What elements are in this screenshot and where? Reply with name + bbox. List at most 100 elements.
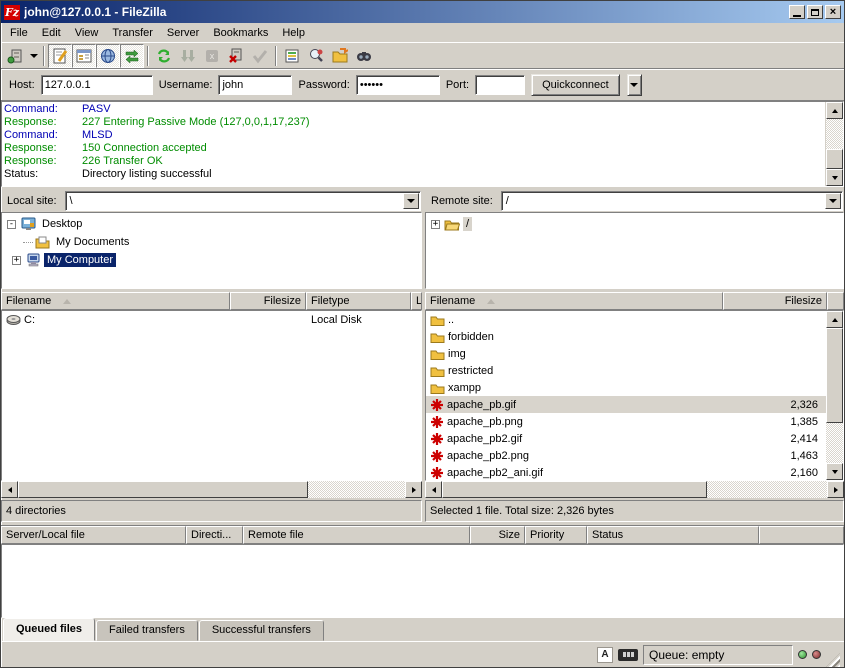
- local-list-hscrollbar[interactable]: [1, 481, 422, 498]
- scroll-up-button[interactable]: [826, 102, 843, 119]
- file-row[interactable]: C: Local Disk: [2, 311, 421, 328]
- username-input[interactable]: [218, 75, 292, 95]
- chevron-down-icon: [30, 54, 38, 58]
- close-icon: ×: [830, 7, 836, 18]
- remote-site-combo[interactable]: /: [501, 191, 843, 211]
- title-bar[interactable]: Fz john@127.0.0.1 - FileZilla ×: [1, 1, 844, 23]
- remote-list-vscrollbar[interactable]: [826, 311, 843, 480]
- file-row[interactable]: apache_pb2_ani.gif2,160: [426, 464, 826, 480]
- tab-failed-transfers[interactable]: Failed transfers: [96, 620, 198, 641]
- tab-successful-transfers[interactable]: Successful transfers: [199, 620, 324, 641]
- password-input[interactable]: [356, 75, 440, 95]
- column-header-size[interactable]: Size: [470, 526, 525, 544]
- quickconnect-button[interactable]: Quickconnect: [531, 74, 620, 96]
- tree-item-root[interactable]: + /: [426, 215, 843, 233]
- collapse-icon[interactable]: -: [7, 220, 16, 229]
- disconnect-button[interactable]: [224, 44, 248, 68]
- scrollbar-thumb[interactable]: [826, 149, 843, 169]
- expand-icon[interactable]: +: [12, 256, 21, 265]
- column-header-status[interactable]: Status: [587, 526, 759, 544]
- column-header-priority[interactable]: Priority: [525, 526, 587, 544]
- minimize-button[interactable]: [789, 5, 805, 19]
- directory-comparison-button[interactable]: [304, 44, 328, 68]
- port-input[interactable]: [475, 75, 525, 95]
- refresh-button[interactable]: [152, 44, 176, 68]
- tree-item-my-documents[interactable]: My Documents: [2, 233, 421, 251]
- file-row[interactable]: ..: [426, 311, 826, 328]
- close-button[interactable]: ×: [825, 5, 841, 19]
- documents-folder-icon: [34, 235, 50, 249]
- file-list-panes: Filename Filesize Filetype L C: Local Di…: [1, 292, 844, 522]
- site-manager-icon: [7, 48, 23, 64]
- reconnect-icon: [252, 48, 268, 64]
- combo-dropdown-button[interactable]: [825, 193, 841, 209]
- file-row[interactable]: img: [426, 345, 826, 362]
- scroll-left-button[interactable]: [425, 481, 442, 498]
- column-header-remote-file[interactable]: Remote file: [243, 526, 470, 544]
- queue-body: [1, 544, 844, 618]
- file-row-selected[interactable]: apache_pb.gif2,326: [426, 396, 826, 413]
- scroll-up-button[interactable]: [826, 311, 843, 328]
- file-row[interactable]: apache_pb2.png1,463: [426, 447, 826, 464]
- scroll-right-button[interactable]: [405, 481, 422, 498]
- file-row[interactable]: xampp: [426, 379, 826, 396]
- tab-queued-files[interactable]: Queued files: [3, 618, 95, 641]
- menu-view[interactable]: View: [68, 25, 106, 41]
- remote-site-label: Remote site:: [425, 195, 497, 207]
- toggle-transfer-queue-button[interactable]: [120, 44, 144, 68]
- column-header-filename[interactable]: Filename: [425, 292, 723, 310]
- reconnect-button[interactable]: [248, 44, 272, 68]
- expand-icon[interactable]: +: [431, 220, 440, 229]
- toolbar-separator: [275, 46, 277, 66]
- scrollbar-thumb[interactable]: [18, 481, 308, 498]
- file-row[interactable]: apache_pb.png1,385: [426, 413, 826, 430]
- tree-item-desktop[interactable]: - Desktop: [2, 215, 421, 233]
- local-site-combo[interactable]: \: [65, 191, 421, 211]
- filter-button[interactable]: [280, 44, 304, 68]
- scrollbar-thumb[interactable]: [442, 481, 707, 498]
- find-files-button[interactable]: [352, 44, 376, 68]
- site-manager-dropdown[interactable]: [27, 44, 40, 68]
- folder-icon: [430, 365, 445, 377]
- scroll-down-button[interactable]: [826, 463, 843, 480]
- activity-led-green-icon: [798, 650, 807, 659]
- file-row[interactable]: forbidden: [426, 328, 826, 345]
- cancel-operation-button[interactable]: x: [200, 44, 224, 68]
- log-scrollbar[interactable]: [826, 102, 843, 186]
- toggle-local-tree-button[interactable]: [72, 44, 96, 68]
- toggle-transfer-queue-icon: [124, 48, 140, 64]
- file-row[interactable]: apache_pb2.gif2,414: [426, 430, 826, 447]
- filezilla-logo-icon: Fz: [4, 5, 20, 20]
- column-header-server-local-file[interactable]: Server/Local file: [1, 526, 186, 544]
- combo-dropdown-button[interactable]: [403, 193, 419, 209]
- tree-item-label: My Documents: [53, 235, 132, 249]
- menu-server[interactable]: Server: [160, 25, 206, 41]
- menu-file[interactable]: File: [3, 25, 35, 41]
- column-header-direction[interactable]: Directi...: [186, 526, 243, 544]
- toggle-message-log-button[interactable]: [48, 44, 72, 68]
- column-header-filename[interactable]: Filename: [1, 292, 230, 310]
- menu-edit[interactable]: Edit: [35, 25, 68, 41]
- column-header-filesize[interactable]: Filesize: [723, 292, 827, 310]
- toggle-remote-tree-button[interactable]: [96, 44, 120, 68]
- scroll-left-button[interactable]: [1, 481, 18, 498]
- column-header-filesize[interactable]: Filesize: [230, 292, 306, 310]
- quickconnect-dropdown[interactable]: [627, 74, 642, 96]
- scroll-down-button[interactable]: [826, 169, 843, 186]
- scroll-right-button[interactable]: [827, 481, 844, 498]
- tree-item-my-computer[interactable]: + My Computer: [2, 251, 421, 269]
- host-input[interactable]: [41, 75, 153, 95]
- process-queue-button[interactable]: [176, 44, 200, 68]
- menu-help[interactable]: Help: [275, 25, 312, 41]
- scrollbar-thumb[interactable]: [826, 328, 843, 423]
- column-header-lastmodified[interactable]: L: [411, 292, 422, 310]
- menu-bookmarks[interactable]: Bookmarks: [206, 25, 275, 41]
- file-row[interactable]: restricted: [426, 362, 826, 379]
- column-header-filetype[interactable]: Filetype: [306, 292, 411, 310]
- site-manager-button[interactable]: [3, 44, 27, 68]
- menu-transfer[interactable]: Transfer: [105, 25, 160, 41]
- synchronized-browsing-button[interactable]: [328, 44, 352, 68]
- remote-list-hscrollbar[interactable]: [425, 481, 844, 498]
- resize-grip[interactable]: [826, 653, 840, 667]
- maximize-button[interactable]: [807, 5, 823, 19]
